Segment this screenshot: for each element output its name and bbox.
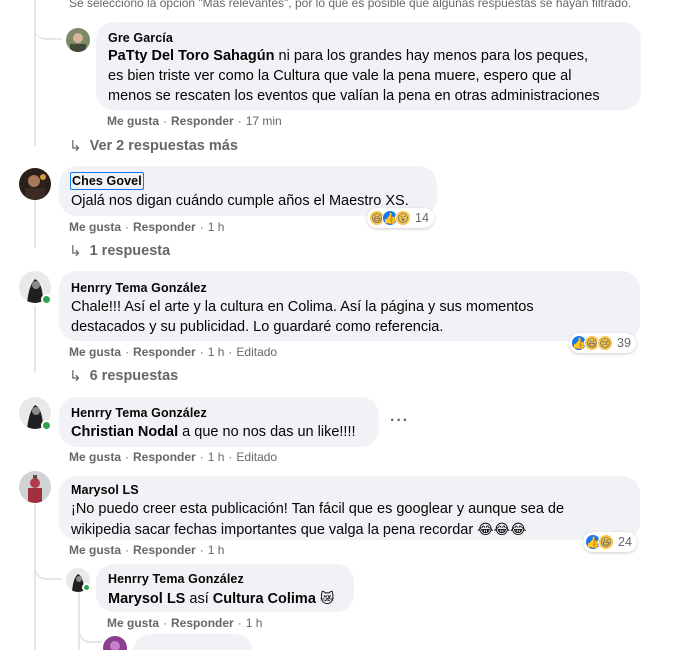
like-link[interactable]: Me gusta <box>69 543 121 557</box>
reaction-count: 39 <box>617 336 631 350</box>
comment-bubble: Gre García PaTty Del Toro Sahagún ni par… <box>96 22 641 110</box>
edited-label: Editado <box>236 345 278 359</box>
reply-link[interactable]: Responder <box>171 114 234 128</box>
comment-text: Marysol LS así Cultura Colima 😿 <box>108 590 335 607</box>
sad-reaction-icon: 😢 <box>597 335 613 351</box>
comment-actions: Me gusta · Responder · 1 h · Editado <box>69 450 278 464</box>
avatar[interactable] <box>66 28 90 52</box>
comment-bubble <box>133 634 253 650</box>
comment-actions: Me gusta · Responder · 1 h · Editado <box>69 345 278 359</box>
comment-actions: Me gusta · Responder · 1 h <box>69 543 225 557</box>
reaction-summary[interactable]: 👍 😆 24 <box>583 532 637 552</box>
comment-text: Chale!!! Así el arte y la cultura en Col… <box>71 299 534 335</box>
like-link[interactable]: Me gusta <box>69 345 121 359</box>
more-options-icon[interactable]: ··· <box>390 412 409 430</box>
online-status-icon <box>82 583 91 592</box>
reply-link[interactable]: Responder <box>133 220 196 234</box>
reply-arrow-icon: ↳ <box>69 138 82 155</box>
like-link[interactable]: Me gusta <box>107 114 159 128</box>
comment-actions: Me gusta · Responder · 17 min <box>107 114 282 128</box>
reply-link[interactable]: Responder <box>133 450 196 464</box>
comment-text: PaTty Del Toro Sahagún ni para los grand… <box>108 48 600 104</box>
comment-author[interactable]: Marysol LS <box>71 482 628 498</box>
filter-notice: Se seleccionó la opción "Más relevantes"… <box>69 0 632 10</box>
view-replies-link[interactable]: ↳ 6 respuestas <box>69 367 178 385</box>
online-status-icon <box>41 420 52 431</box>
avatar[interactable] <box>103 636 127 650</box>
timestamp[interactable]: 1 h <box>208 220 225 234</box>
timestamp[interactable]: 1 h <box>208 543 225 557</box>
comment-author[interactable]: Henrry Tema González <box>71 280 628 296</box>
avatar[interactable] <box>19 168 51 200</box>
thread-connector <box>34 20 62 40</box>
thread-line <box>34 305 36 373</box>
comment-bubble: Henrry Tema González Marysol LS así Cult… <box>96 564 354 612</box>
like-link[interactable]: Me gusta <box>107 616 159 630</box>
like-link[interactable]: Me gusta <box>69 220 121 234</box>
mention-link[interactable]: Marysol LS <box>108 591 185 607</box>
mention-link[interactable]: Christian Nodal <box>71 424 178 440</box>
wow-reaction-icon: 😮 <box>395 210 411 226</box>
comment-author[interactable]: Henrry Tema González <box>71 405 367 421</box>
comment-bubble: Henrry Tema González Chale!!! Así el art… <box>59 271 640 341</box>
comment-text: Christian Nodal a que no nos das un like… <box>71 424 356 440</box>
haha-reaction-icon: 😆 <box>598 534 614 550</box>
timestamp[interactable]: 1 h <box>246 616 263 630</box>
comment-text: ¡No puedo creer esta publicación! Tan fá… <box>71 501 565 538</box>
comment-bubble: Henrry Tema González Christian Nodal a q… <box>59 397 379 447</box>
comment-author[interactable]: Gre García <box>108 30 629 46</box>
crying-cat-emoji-icon: 😿 <box>319 590 335 606</box>
avatar[interactable] <box>19 471 51 503</box>
reaction-count: 24 <box>618 535 632 549</box>
reply-arrow-icon: ↳ <box>69 243 82 260</box>
like-link[interactable]: Me gusta <box>69 450 121 464</box>
timestamp[interactable]: 1 h <box>208 345 225 359</box>
reaction-count: 14 <box>415 211 429 225</box>
online-status-icon <box>41 294 52 305</box>
thread-line <box>34 200 36 248</box>
reply-link[interactable]: Responder <box>133 345 196 359</box>
timestamp[interactable]: 1 h <box>208 450 225 464</box>
comment-actions: Me gusta · Responder · 1 h <box>69 220 225 234</box>
reply-link[interactable]: Responder <box>171 616 234 630</box>
thread-line <box>34 503 36 650</box>
thread-connector <box>78 625 102 643</box>
comment-author[interactable]: Ches Govel <box>70 172 144 190</box>
edited-label: Editado <box>236 450 278 464</box>
reply-arrow-icon: ↳ <box>69 368 82 385</box>
thread-line <box>78 592 80 650</box>
comment-author[interactable]: Henrry Tema González <box>108 571 342 587</box>
view-replies-link[interactable]: ↳ 1 respuesta <box>69 242 170 260</box>
comment-actions: Me gusta · Responder · 1 h <box>107 616 263 630</box>
comment-bubble: Marysol LS ¡No puedo creer esta publicac… <box>59 476 640 540</box>
laughing-emoji-icon: 😂😂😂 <box>477 521 527 537</box>
thread-connector <box>34 560 62 580</box>
view-replies-link[interactable]: ↳ Ver 2 respuestas más <box>69 137 238 155</box>
reply-link[interactable]: Responder <box>133 543 196 557</box>
reaction-summary[interactable]: 😆 👍 😮 14 <box>367 208 434 228</box>
reaction-summary[interactable]: 👍 😆 😢 39 <box>569 333 636 353</box>
timestamp[interactable]: 17 min <box>246 114 282 128</box>
mention-link[interactable]: PaTty Del Toro Sahagún <box>108 48 275 64</box>
mention-link[interactable]: Cultura Colima <box>213 591 316 607</box>
